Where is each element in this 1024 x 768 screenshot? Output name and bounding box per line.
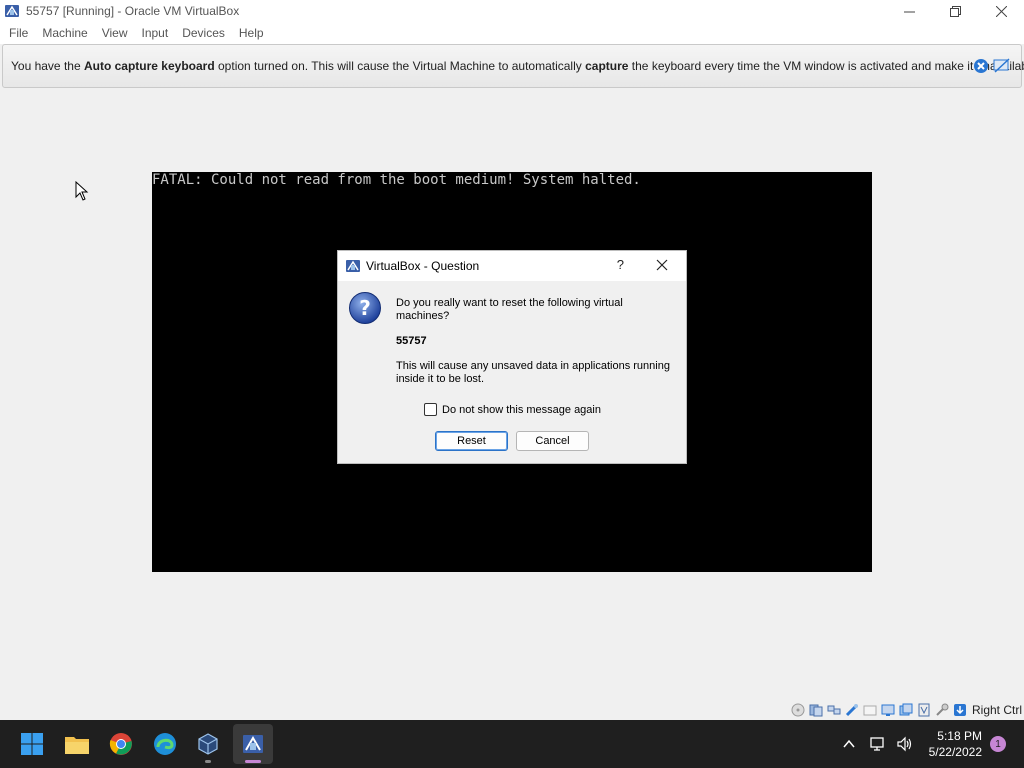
suppress-notification-button[interactable] [993,57,1011,75]
system-tray: 5:18 PM 5/22/2022 1 [835,720,1024,768]
dialog-title: VirtualBox - Question [366,259,480,273]
clock[interactable]: 5:18 PM 5/22/2022 [929,728,982,760]
dialog-titlebar[interactable]: VirtualBox - Question ? [338,251,686,281]
do-not-show-checkbox[interactable]: Do not show this message again [424,403,601,416]
recording-icon[interactable] [898,702,914,718]
virtualbox-cube-icon [198,733,218,755]
taskbar-chrome[interactable] [105,728,137,760]
vm-status-bar: Right Ctrl [790,700,1024,720]
taskbar-file-explorer[interactable] [61,728,93,760]
folder-icon [65,737,89,754]
active-indicator [245,760,261,763]
menu-input[interactable]: Input [135,22,176,44]
window-titlebar[interactable]: 55757 [Running] - Oracle VM VirtualBox [0,0,1024,22]
network-tray-button[interactable] [867,734,887,754]
window-title: 55757 [Running] - Oracle VM VirtualBox [26,4,240,18]
speaker-icon [897,736,911,752]
menu-devices[interactable]: Devices [175,22,232,44]
close-button[interactable] [978,0,1024,22]
reset-question-dialog: VirtualBox - Question ? ? Do you really … [337,250,687,464]
keyboard-capture-icon[interactable] [952,702,968,718]
restore-icon [949,5,961,17]
virtualbox-icon [5,5,19,17]
close-notification-button[interactable] [972,57,990,75]
running-indicator [205,760,211,763]
no-monitor-icon [993,58,1010,73]
clock-time: 5:18 PM [937,729,982,743]
dialog-close-icon[interactable] [654,257,670,273]
menu-bar: File Machine View Input Devices Help [0,22,1024,44]
reset-button[interactable]: Reset [435,431,508,451]
volume-tray-button[interactable] [895,734,915,754]
show-hidden-icons-button[interactable] [839,734,859,754]
usb-icon[interactable] [844,702,860,718]
auto-capture-notification: You have the Auto capture keyboard optio… [2,44,1024,88]
vm-console-text: FATAL: Could not read from the boot medi… [152,172,641,188]
cpu-icon[interactable] [916,702,932,718]
virtualbox-vm-icon [243,735,263,753]
display-icon[interactable] [880,702,896,718]
chrome-icon [109,733,132,755]
cancel-button[interactable]: Cancel [516,431,589,451]
checkbox-label: Do not show this message again [442,403,601,416]
dialog-vm-name: 55757 [396,335,427,347]
windows-start-icon [21,733,43,755]
close-icon [995,5,1007,17]
network-icon[interactable] [826,702,842,718]
menu-machine[interactable]: Machine [35,22,94,44]
mouse-integration-icon[interactable] [934,702,950,718]
start-button[interactable] [16,728,48,760]
svg-text:?: ? [359,296,371,320]
mouse-cursor-icon [75,181,89,201]
taskbar-edge[interactable] [149,728,181,760]
shared-folder-icon[interactable] [862,702,878,718]
optical-drive-icon[interactable] [790,702,806,718]
host-key-label: Right Ctrl [971,703,1022,717]
menu-help[interactable]: Help [232,22,271,44]
dialog-warning: This will cause any unsaved data in appl… [396,360,670,385]
minimize-icon [903,11,915,12]
virtualbox-icon [346,260,360,272]
hard-disk-icon[interactable] [808,702,824,718]
dialog-help-button[interactable]: ? [617,257,624,272]
notification-badge[interactable]: 1 [990,736,1006,752]
taskbar-virtualbox-manager[interactable] [192,728,224,760]
restore-button[interactable] [932,0,978,22]
clock-date: 5/22/2022 [928,745,982,759]
notification-text: You have the Auto capture keyboard optio… [11,59,1024,73]
menu-file[interactable]: File [2,22,35,44]
network-icon [869,737,884,751]
menu-view[interactable]: View [95,22,135,44]
taskbar: 5:18 PM 5/22/2022 1 [0,720,1024,768]
close-circle-icon [974,59,988,73]
taskbar-vm-window[interactable] [233,724,273,764]
chevron-up-icon [843,739,855,748]
checkbox-box[interactable] [424,403,437,416]
edge-icon [154,733,176,755]
question-icon: ? [349,292,381,324]
minimize-button[interactable] [886,0,932,22]
dialog-message: Do you really want to reset the followin… [396,297,623,322]
